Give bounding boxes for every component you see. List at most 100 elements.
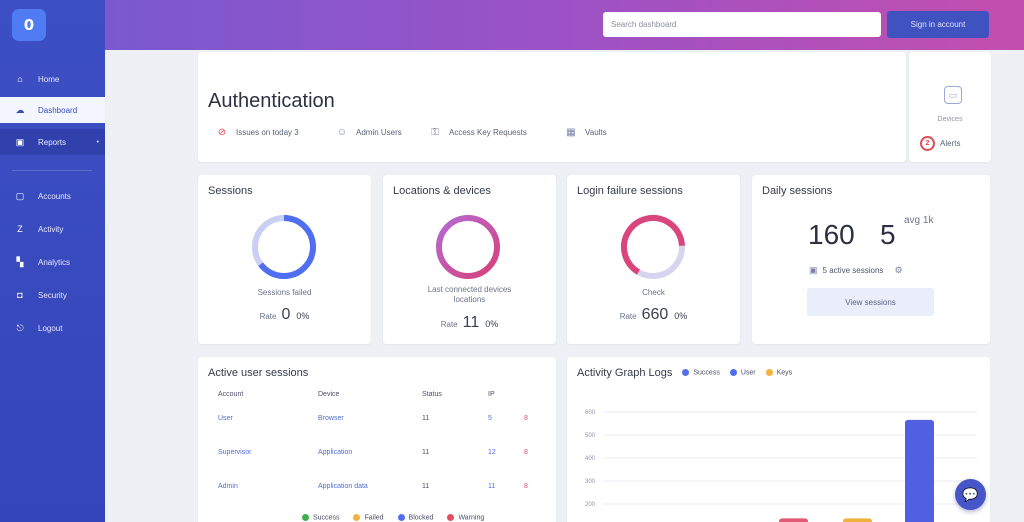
column-header[interactable]: IP (488, 387, 524, 401)
chat-button[interactable]: 💬 (955, 479, 986, 510)
y-tick-label: 400 (585, 456, 596, 462)
column-header[interactable]: Device (318, 387, 422, 401)
sessions-unit: avg 1k (904, 215, 934, 226)
search-input[interactable] (603, 12, 881, 37)
donut-label: Check (642, 288, 665, 297)
sidebar-item-label: Dashboard (38, 105, 78, 115)
table-cell[interactable]: User (218, 401, 318, 435)
auth-meta-label: Vaults (585, 127, 607, 137)
activity-bar-chart: 600 500 400 300 200 (585, 410, 977, 522)
auth-meta-label: Issues on today 3 (236, 127, 299, 137)
logs-legend: Success Failed Blocked Warning (302, 514, 484, 521)
vault-icon: ▦ (566, 126, 576, 138)
authentication-card: Authentication ⊘ Issues on today 3 ☺ Adm… (198, 52, 906, 162)
chart-bar[interactable] (905, 419, 934, 522)
card-title: Sessions (208, 185, 253, 197)
alert-icon: ⊘ (217, 126, 227, 138)
cloud-icon: ☁ (15, 104, 25, 115)
legend-item: Blocked (397, 514, 433, 521)
auth-meta-admins[interactable]: ☺ Admin Users (335, 125, 402, 139)
column-header (524, 387, 544, 401)
table-row[interactable]: Supervisor Application 11 12 8 (218, 435, 544, 469)
chart-bar[interactable] (779, 518, 808, 522)
user-sessions-card: Active user sessions Account Device Stat… (198, 357, 556, 522)
top-header: Sign in account (105, 0, 1024, 50)
auth-meta-issues[interactable]: ⊘ Issues on today 3 (215, 125, 299, 139)
stat-unit: 0% (485, 319, 499, 329)
table-cell[interactable]: Admin (218, 469, 318, 503)
view-sessions-button[interactable]: View sessions (807, 288, 934, 316)
table-cell: 11 (422, 414, 430, 422)
column-header[interactable]: Status (422, 387, 488, 401)
info-icon: ▣ (809, 265, 818, 275)
home-icon: ⌂ (17, 74, 23, 84)
auth-meta-vaults[interactable]: ▦ Vaults (564, 125, 607, 139)
table-cell: 8 (524, 482, 528, 490)
table-cell: Browser (318, 414, 344, 422)
sidebar-item-logout[interactable]: ⎋ Logout (0, 315, 105, 341)
sidebar-item-label: Analytics (38, 257, 71, 267)
table-cell: Application data (318, 482, 368, 490)
page-title: Authentication (208, 90, 335, 112)
sidebar-item-activity[interactable]: Z Activity (0, 216, 105, 242)
app-logo[interactable]: 0 (12, 9, 46, 41)
legend-item: Success (302, 514, 339, 521)
stat-value: 0 (281, 306, 291, 323)
table-row[interactable]: User Browser 11 5 8 (218, 401, 544, 435)
auth-meta-keys[interactable]: ⚿ Access Key Requests (428, 125, 527, 139)
sidebar-item-reports[interactable]: ▣ Reports • (0, 129, 105, 155)
y-tick-label: 300 (585, 479, 596, 485)
sidebar-item-label: Activity (38, 224, 64, 234)
sidebar-item-security[interactable]: ◘ Security (0, 282, 105, 308)
table-row[interactable]: Admin Application data 11 11 8 (218, 469, 544, 503)
legend-dot (447, 514, 455, 521)
lock-icon: ◘ (17, 290, 23, 300)
legend-label: Warning (458, 514, 485, 522)
table-cell: Application (318, 448, 353, 456)
card-title: Active user sessions (208, 367, 309, 379)
y-tick-label: 600 (585, 410, 596, 416)
activity-chart-card: Activity Graph Logs Success User Keys 60… (567, 357, 990, 522)
sidebar-item-dashboard[interactable]: ☁ Dashboard (0, 97, 105, 123)
sidebar-item-analytics[interactable]: ▚ Analytics (0, 249, 105, 275)
donut-label: Last connected devices locations (427, 285, 512, 304)
stat-prefix: Rate (440, 320, 458, 329)
legend-dot (353, 514, 361, 521)
sign-in-button[interactable]: Sign in account (887, 11, 989, 38)
chart-bar[interactable] (843, 518, 872, 522)
table-cell[interactable]: Supervisor (218, 435, 318, 469)
card-title: Locations & devices (393, 185, 491, 197)
alerts-row[interactable]: 2 Alerts (920, 136, 960, 151)
sessions-table: Account Device Status IP User Browser 11… (218, 387, 544, 503)
sidebar-item-label: Home (38, 74, 60, 84)
sessions-count: 160 (808, 219, 855, 250)
table-header: Account Device Status IP (218, 387, 544, 401)
login-failure-donut (621, 215, 685, 279)
sidebar-item-home[interactable]: ⌂ Home (0, 66, 105, 92)
legend-item: Failed (353, 514, 384, 522)
stat-value: 11 (462, 314, 480, 331)
sidebar-item-accounts[interactable]: ▢ Accounts (0, 183, 105, 209)
active-sessions-label: 5 active sessions (822, 266, 884, 275)
sessions-card: Sessions Sessions failed Rate 0 0% (198, 175, 371, 344)
login-failure-card: Login failure sessions Check Rate 660 0% (567, 175, 740, 344)
legend-dot (302, 514, 309, 521)
legend-label: Failed (364, 514, 384, 522)
table-cell: 11 (422, 448, 430, 456)
column-header[interactable]: Account (218, 387, 318, 401)
table-cell: 12 (488, 448, 496, 456)
donut-label: Sessions failed (257, 288, 312, 297)
table-cell: 5 (488, 414, 492, 422)
users-icon: ☺ (336, 126, 348, 138)
locations-card: Locations & devices Last connected devic… (383, 175, 556, 344)
devices-label: Devices (937, 116, 963, 123)
settings-icon[interactable]: ⚙ (894, 265, 902, 276)
stat-value: 660 (641, 306, 669, 323)
legend-dot (397, 514, 405, 521)
table-cell: 11 (488, 482, 496, 490)
active-sessions-row: ▣ 5 active sessions ⚙ (809, 265, 903, 276)
device-icon[interactable]: ▭ (944, 86, 962, 104)
alert-badge: 2 (920, 136, 935, 151)
logout-icon: ⎋ (16, 322, 24, 333)
devices-panel: ▭ Devices 2 Alerts (909, 52, 991, 162)
